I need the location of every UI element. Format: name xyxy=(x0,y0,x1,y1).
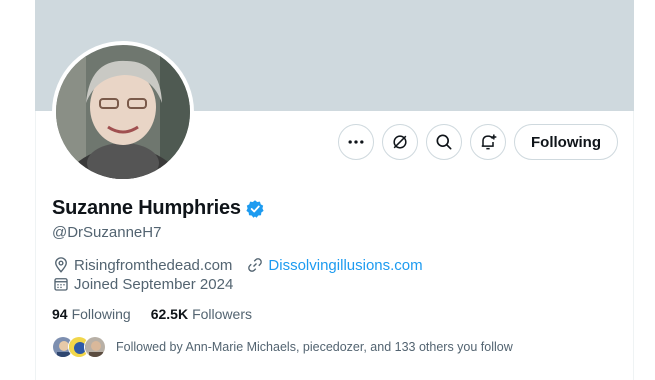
more-options-button[interactable] xyxy=(338,124,374,160)
followers-count: 62.5K xyxy=(150,306,189,322)
followers-stat[interactable]: 62.5K Followers xyxy=(151,306,252,322)
profile-meta-row: Risingfromthedead.com Dissolvingillusion… xyxy=(52,256,423,274)
following-stat[interactable]: 94 Following xyxy=(52,306,131,322)
avatar-photo xyxy=(56,45,190,179)
profile-name-row: Suzanne Humphries xyxy=(52,197,265,220)
profile-joined: Joined September 2024 xyxy=(74,275,234,293)
verified-badge-icon[interactable] xyxy=(245,199,265,219)
followed-by-text: Followed by Ann-Marie Michaels, piecedoz… xyxy=(116,340,513,354)
profile-stats: 94 Following 62.5K Followers xyxy=(52,306,272,322)
location-icon xyxy=(55,257,67,273)
following-button[interactable]: Following xyxy=(514,124,618,160)
search-icon xyxy=(436,134,452,150)
grok-button[interactable] xyxy=(382,124,418,160)
profile-joined-row: Joined September 2024 xyxy=(52,275,233,293)
profile-location: Risingfromthedead.com xyxy=(74,256,233,274)
following-count: 94 xyxy=(52,306,68,322)
more-horizontal-icon xyxy=(348,140,364,144)
follower-avatar xyxy=(84,336,106,358)
followers-label: Followers xyxy=(192,306,252,322)
grok-icon xyxy=(393,135,407,149)
profile-avatar[interactable] xyxy=(52,41,194,183)
search-button[interactable] xyxy=(426,124,462,160)
bell-plus-icon xyxy=(481,134,497,150)
profile-name: Suzanne Humphries xyxy=(52,197,241,219)
notifications-button[interactable] xyxy=(470,124,506,160)
profile-handle: @DrSuzanneH7 xyxy=(52,224,162,241)
followed-by-row[interactable]: Followed by Ann-Marie Michaels, piecedoz… xyxy=(52,336,513,358)
profile-website-link[interactable]: Dissolvingillusions.com xyxy=(268,257,422,274)
calendar-icon xyxy=(54,278,68,291)
link-icon xyxy=(248,258,263,272)
following-label: Following xyxy=(71,306,131,322)
